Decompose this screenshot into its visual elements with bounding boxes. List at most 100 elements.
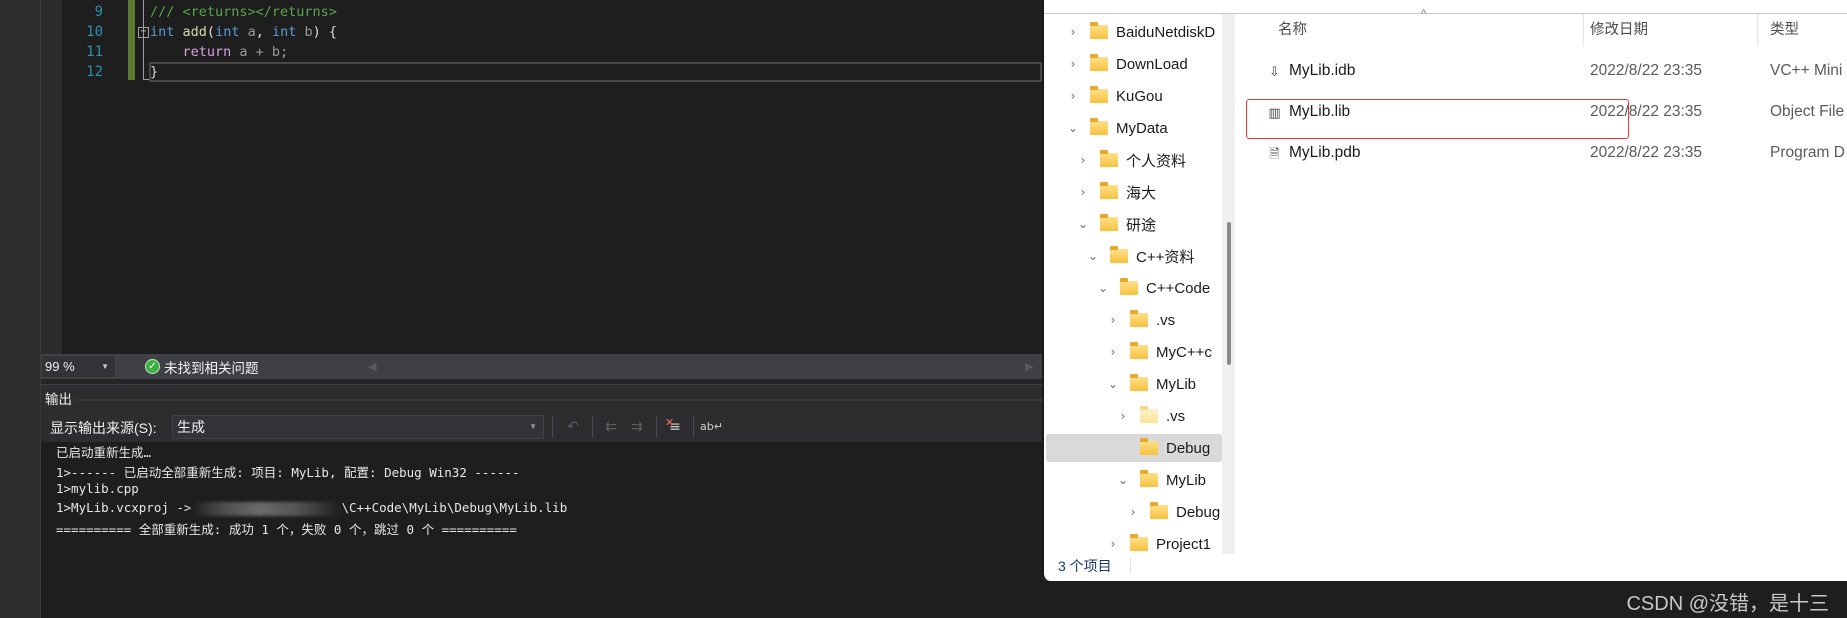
keyword: int (215, 24, 240, 40)
tree-item[interactable]: ⌄ MyData (1044, 114, 1168, 142)
tree-item-label: 海大 (1126, 184, 1157, 202)
tree-item-label: 研途 (1126, 216, 1157, 234)
idb-file-icon: ⇩ (1269, 64, 1280, 79)
chevron-down-icon: ▼ (101, 362, 109, 371)
navigation-pane[interactable]: › BaiduNetdiskD › DownLoad › KuGou ⌄ MyData › 个人资… (1044, 14, 1222, 554)
file-date: 2022/8/22 23:35 (1590, 62, 1703, 79)
folder-icon (1100, 214, 1118, 231)
output-line: 已启动重新生成… (56, 445, 152, 460)
item-count: 3 个项目 (1058, 558, 1112, 574)
column-separator[interactable] (1583, 14, 1584, 46)
chevron-down-icon[interactable]: ⌄ (1076, 217, 1090, 231)
code-line-11: return a + b; (150, 40, 337, 60)
folder-icon (1140, 438, 1158, 455)
clear-all-icon[interactable]: ≡ ✕ (664, 416, 686, 438)
chevron-right-icon[interactable]: › (1126, 505, 1140, 519)
chevron-down-icon[interactable]: ⌄ (1096, 281, 1110, 295)
tree-item[interactable]: › DownLoad (1044, 50, 1188, 78)
tree-item[interactable]: ⌄ MyLib (1044, 370, 1196, 398)
folder-icon (1090, 86, 1108, 103)
file-type: Program D (1770, 144, 1845, 161)
chevron-down-icon: ▼ (529, 422, 537, 431)
scroll-left-icon[interactable]: ◀ (368, 360, 376, 373)
output-source-value: 生成 (177, 419, 205, 435)
chevron-right-icon[interactable]: › (1106, 537, 1120, 551)
tree-item[interactable]: Debug (1046, 434, 1222, 462)
tree-item[interactable]: › 海大 (1044, 178, 1156, 206)
tree-item[interactable]: › Debug (1044, 498, 1220, 526)
tree-item[interactable]: ⌄ C++资料 (1044, 242, 1194, 270)
tree-item-label: DownLoad (1116, 55, 1188, 73)
tree-item[interactable]: ⌄ 研途 (1044, 210, 1156, 238)
toggle-word-wrap-icon[interactable]: ab↵ (700, 416, 723, 438)
chevron-right-icon[interactable]: › (1076, 185, 1090, 199)
tree-item[interactable]: › .vs (1044, 306, 1175, 334)
editor-margin (41, 0, 62, 355)
collapse-icon[interactable]: − (138, 27, 149, 38)
output-source-select[interactable]: 生成 ▼ (172, 415, 544, 439)
tree-item[interactable]: ⌄ MyLib (1044, 466, 1206, 494)
chevron-down-icon[interactable]: ⌄ (1066, 121, 1080, 135)
line-numbers: 9 10 11 12 (62, 0, 127, 80)
code-text[interactable]: /// <returns></returns> int add(int a, i… (150, 0, 337, 80)
check-circle-icon: ✓ (145, 359, 160, 374)
folder-icon (1130, 534, 1148, 551)
column-header-type[interactable]: 类型 (1770, 14, 1799, 46)
tree-item[interactable]: › MyC++c (1044, 338, 1212, 366)
line-number: 10 (86, 24, 103, 40)
tree-item[interactable]: › 个人资料 (1044, 146, 1186, 174)
tree-item-label: .vs (1156, 311, 1176, 329)
chevron-down-icon[interactable]: ⌄ (1086, 249, 1100, 263)
tree-item[interactable]: › .vs (1044, 402, 1185, 430)
file-row[interactable]: ⇩ MyLib.idb 2022/8/22 23:35 VC++ Mini (1258, 57, 1847, 87)
output-line: 1>------ 已启动全部重新生成: 项目: MyLib, 配置: Debug… (56, 465, 520, 480)
tree-item-label: MyLib (1156, 375, 1197, 393)
file-row[interactable]: 🗎 MyLib.pdb 2022/8/22 23:35 Program D (1258, 139, 1847, 169)
file-date: 2022/8/22 23:35 (1590, 144, 1703, 161)
chevron-right-icon[interactable]: › (1116, 409, 1130, 423)
column-header-date[interactable]: 修改日期 (1590, 14, 1648, 46)
keyword-return: return (182, 44, 232, 60)
vs-side-strip (0, 0, 41, 618)
tree-item[interactable]: › KuGou (1044, 82, 1163, 110)
output-panel-title: 输出 (45, 392, 72, 407)
chevron-right-icon[interactable]: › (1076, 153, 1090, 167)
chevron-right-icon[interactable]: › (1066, 89, 1080, 103)
tree-item-label: MyData (1116, 119, 1168, 137)
scroll-right-icon[interactable]: ▶ (1025, 360, 1033, 373)
tree-item[interactable]: ⌄ C++Code (1044, 274, 1210, 302)
tree-item-label: Project1 (1156, 535, 1212, 553)
tree-item-label: Debug (1166, 439, 1211, 457)
panel-drag-handle[interactable] (75, 398, 1042, 402)
zoom-value: 99 % (45, 359, 75, 374)
go-to-build-error-icon[interactable]: ↶ (562, 416, 584, 438)
toolbar-separator (693, 416, 694, 438)
chevron-right-icon[interactable]: › (1066, 57, 1080, 71)
tree-item-label: MyLib (1166, 471, 1207, 489)
watermark: CSDN @没错，是十三 (1626, 593, 1829, 615)
column-separator[interactable] (1757, 14, 1758, 46)
issues-indicator[interactable]: ✓ 未找到相关问题 (145, 356, 259, 377)
output-line: ========== 全部重新生成: 成功 1 个，失败 0 个，跳过 0 个 … (56, 522, 517, 537)
line-number: 12 (86, 64, 103, 80)
output-line: 1>mylib.cpp (56, 481, 139, 496)
chevron-down-icon[interactable]: ⌄ (1116, 473, 1130, 487)
folder-icon (1140, 470, 1158, 487)
previous-message-icon[interactable]: ⇇ (600, 416, 622, 438)
column-header-name[interactable]: 名称 (1278, 14, 1307, 46)
tree-item[interactable]: › Project1 (1044, 530, 1211, 554)
nav-scrollbar-thumb[interactable] (1227, 222, 1231, 365)
folder-icon (1120, 278, 1138, 295)
chevron-right-icon[interactable]: › (1106, 313, 1120, 327)
keyword: int (150, 24, 175, 40)
tree-item[interactable]: › BaiduNetdiskD (1044, 18, 1215, 46)
zoom-dropdown[interactable]: 99 % ▼ (41, 355, 116, 378)
chevron-down-icon[interactable]: ⌄ (1106, 377, 1120, 391)
file-type: VC++ Mini (1770, 62, 1843, 79)
chevron-right-icon[interactable]: › (1066, 25, 1080, 39)
next-message-icon[interactable]: ⇉ (626, 416, 648, 438)
toolbar-separator (656, 416, 657, 438)
output-source-label: 显示输出来源(S): (50, 420, 157, 436)
chevron-right-icon[interactable]: › (1106, 345, 1120, 359)
folder-icon (1110, 246, 1128, 263)
